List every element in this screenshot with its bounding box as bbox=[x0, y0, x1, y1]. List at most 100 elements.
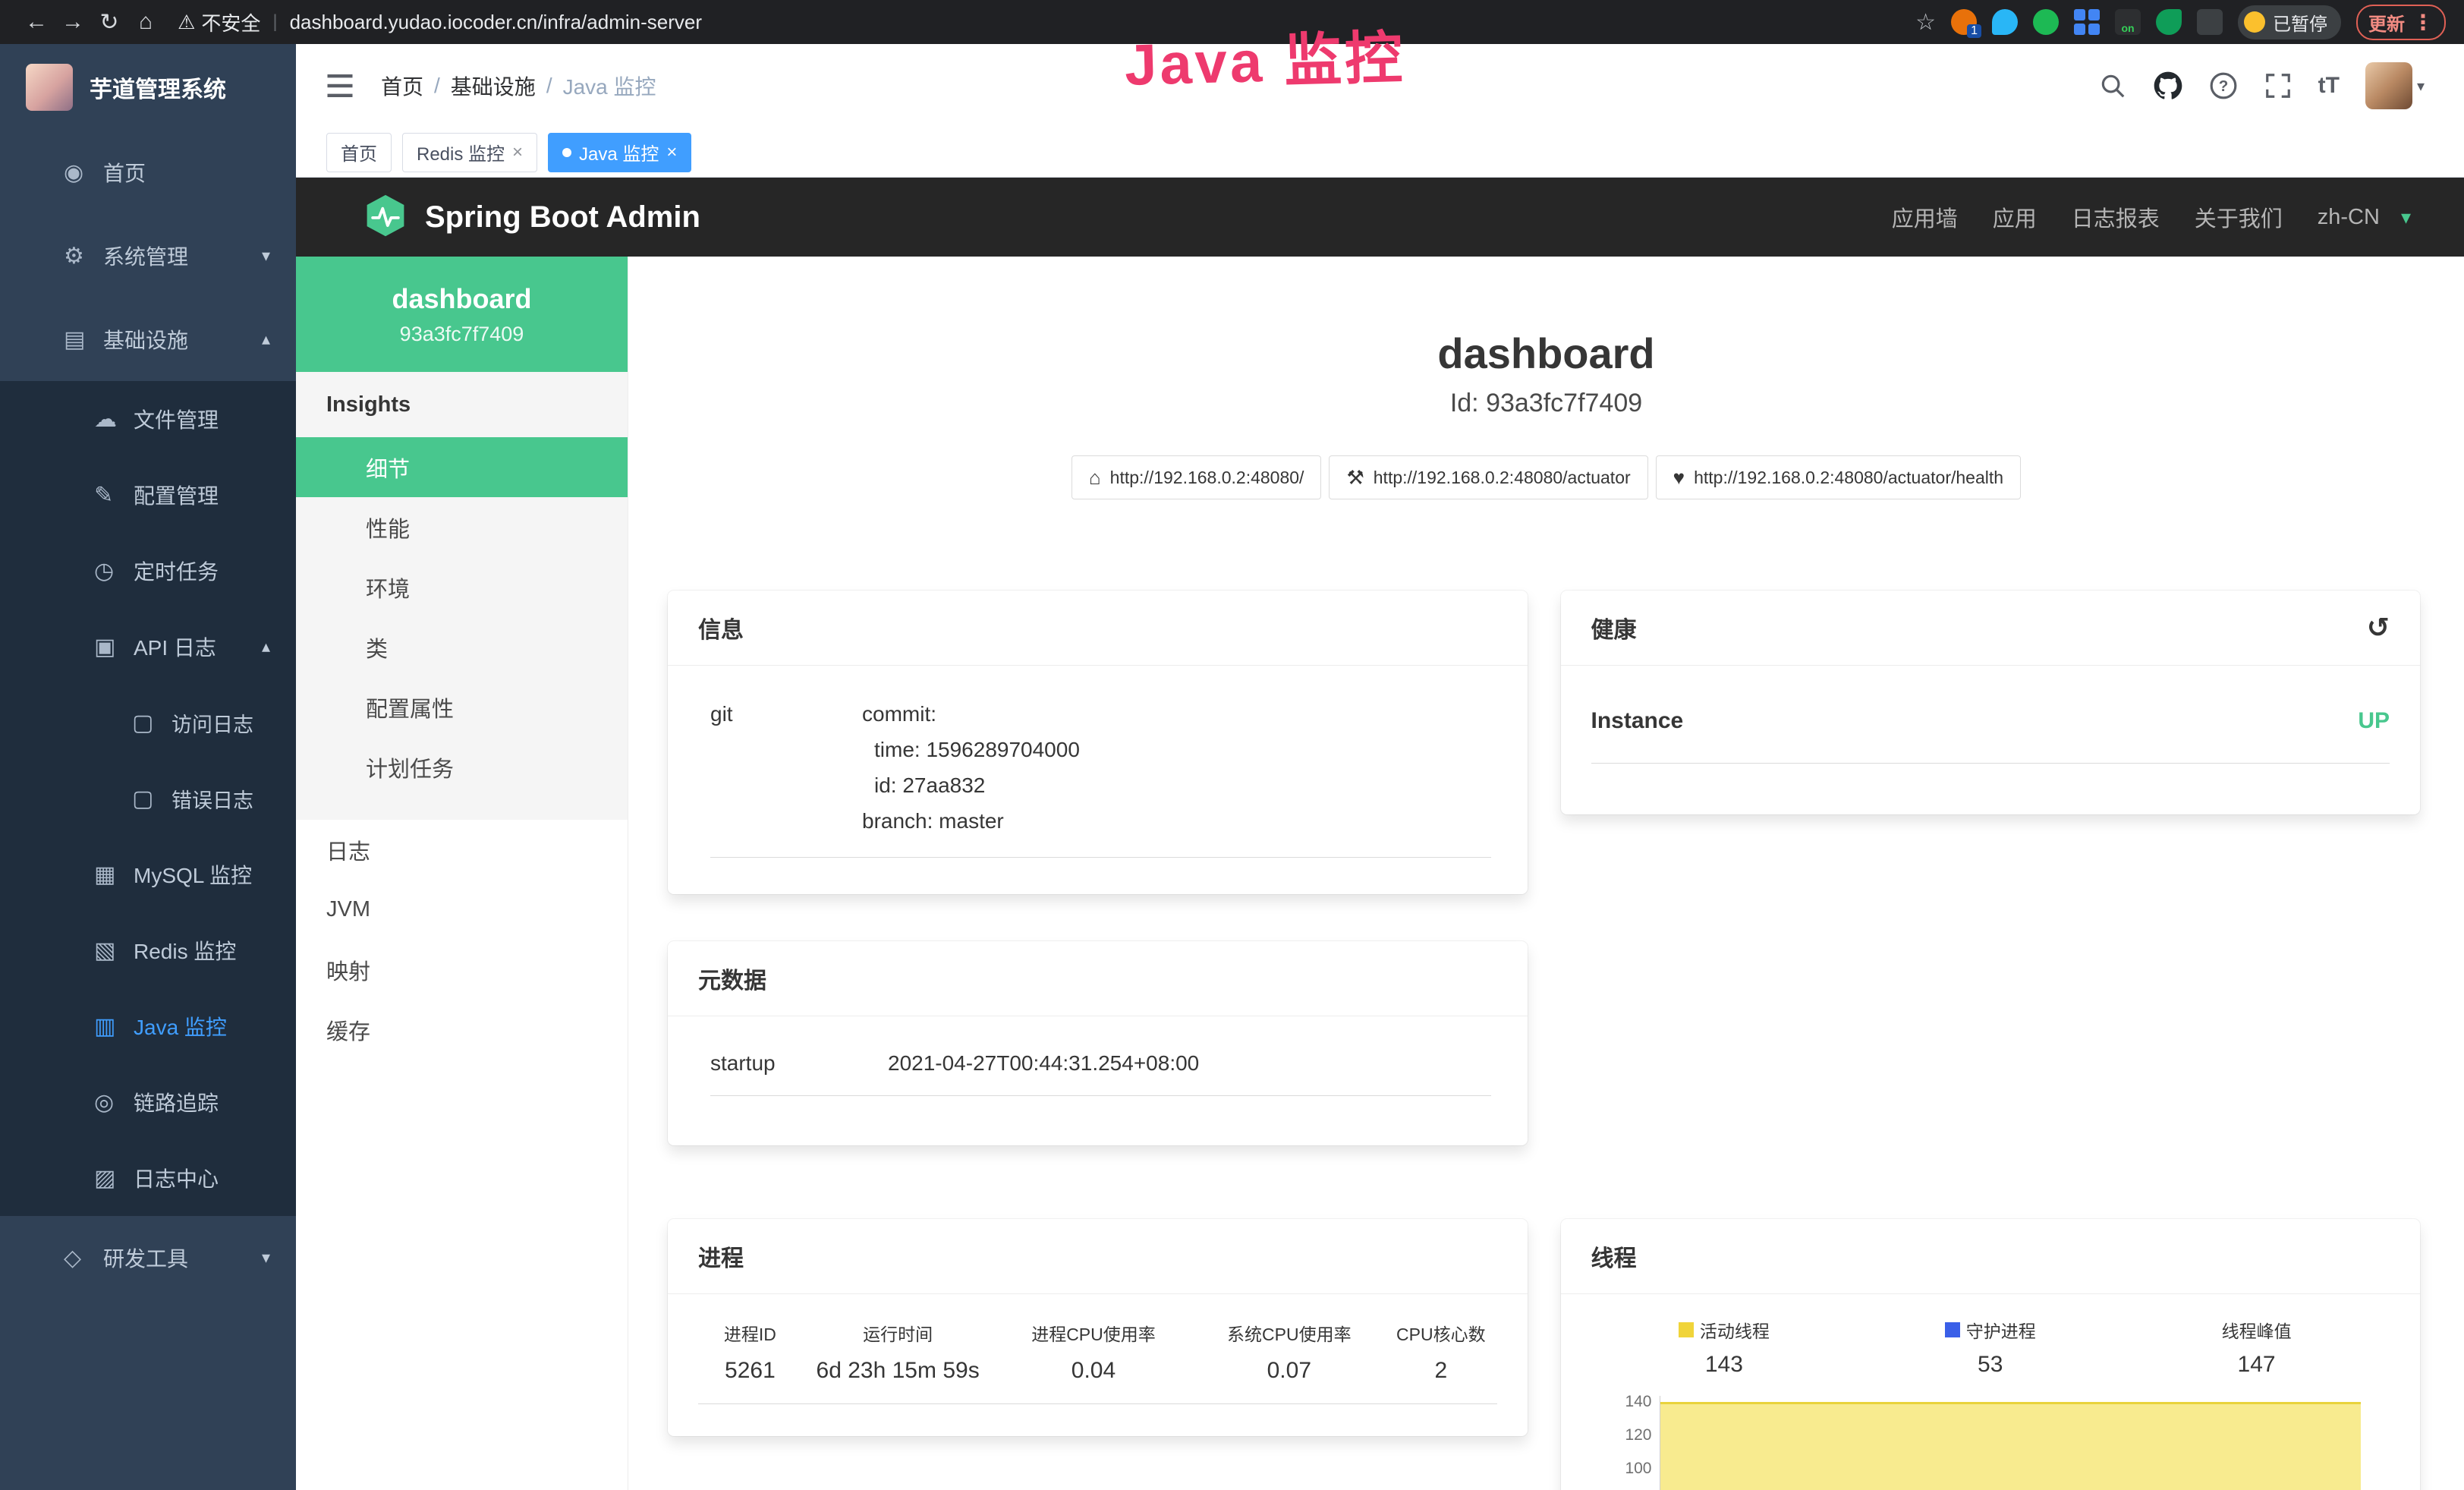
profile-paused-chip[interactable]: 已暂停 bbox=[2238, 5, 2341, 39]
process-card: 进程 进程ID 运行时间 进程CPU使用率 系统CPU使用率 CPU核心数 bbox=[668, 1219, 1528, 1436]
sba-item-config-props[interactable]: 配置属性 bbox=[296, 677, 628, 737]
wrench-icon: ⚒ bbox=[1346, 466, 1364, 490]
back-icon[interactable]: ← bbox=[18, 9, 55, 35]
health-row-instance: Instance UP bbox=[1591, 708, 2390, 764]
user-menu[interactable]: ▾ bbox=[2365, 62, 2425, 109]
bookmark-star-icon[interactable]: ☆ bbox=[1915, 9, 1936, 36]
breadcrumb-home[interactable]: 首页 bbox=[381, 71, 423, 101]
update-label: 更新 bbox=[2368, 9, 2405, 36]
sba-nav-about[interactable]: 关于我们 bbox=[2195, 201, 2283, 233]
sba-item-mappings[interactable]: 映射 bbox=[296, 940, 628, 1000]
breadcrumb-infra[interactable]: 基础设施 bbox=[451, 71, 536, 101]
not-secure-warning-icon: ⚠ bbox=[178, 11, 195, 34]
info-key: git bbox=[710, 696, 862, 839]
spring-boot-admin: Spring Boot Admin 应用墙 应用 日志报表 关于我们 zh-CN… bbox=[296, 178, 2464, 1490]
app-header: 首页 / 基础设施 / Java 监控 ? tT bbox=[296, 44, 2464, 128]
sidebar-item-api-log[interactable]: ▣ API 日志 ▴ bbox=[0, 609, 296, 685]
sba-item-environment[interactable]: 环境 bbox=[296, 557, 628, 617]
toolbox-icon: ◇ bbox=[64, 1245, 103, 1271]
sba-nav-wallboard[interactable]: 应用墙 bbox=[1892, 201, 1958, 233]
sba-item-classes[interactable]: 类 bbox=[296, 617, 628, 677]
threads-chart-yaxis: 140 120 100 bbox=[1591, 1396, 1660, 1490]
search-icon[interactable] bbox=[2098, 71, 2127, 100]
actuator-url-button[interactable]: ⚒ http://192.168.0.2:48080/actuator bbox=[1329, 455, 1647, 499]
font-size-icon[interactable]: tT bbox=[2318, 73, 2340, 99]
chrome-update-chip[interactable]: 更新 ⋮ bbox=[2356, 5, 2446, 40]
sidebar-item-file-manage[interactable]: ☁ 文件管理 bbox=[0, 381, 296, 457]
sidebar-item-redis-monitor[interactable]: ▧ Redis 监控 bbox=[0, 912, 296, 988]
sidebar-item-devtools[interactable]: ◇ 研发工具 ▾ bbox=[0, 1216, 296, 1299]
fullscreen-icon[interactable] bbox=[2264, 71, 2292, 100]
insights-group: Insights 细节 性能 环境 类 配置属性 计划任务 bbox=[296, 372, 628, 820]
extension-switch-icon[interactable]: on bbox=[2115, 9, 2141, 35]
service-url-button[interactable]: ⌂ http://192.168.0.2:48080/ bbox=[1072, 455, 1322, 499]
home-dashboard-icon: ◉ bbox=[64, 159, 103, 186]
close-icon[interactable]: × bbox=[512, 142, 523, 163]
chevron-up-icon: ▴ bbox=[262, 637, 270, 657]
extension-drop-icon[interactable] bbox=[1992, 9, 2018, 35]
cloud-icon: ☁ bbox=[94, 406, 134, 433]
chevron-down-icon: ▾ bbox=[262, 246, 270, 266]
extension-orange-icon[interactable]: 1 bbox=[1951, 9, 1977, 35]
brand-header[interactable]: 芋道管理系统 bbox=[0, 44, 296, 131]
reload-icon[interactable]: ↻ bbox=[91, 9, 127, 36]
main-menu: ◉ 首页 ⚙ 系统管理 ▾ ▤ 基础设施 ▴ ☁ 文件管理 ✎ 配置管 bbox=[0, 131, 296, 1299]
sidebar-item-mysql-monitor[interactable]: ▦ MySQL 监控 bbox=[0, 836, 296, 912]
sidebar-item-log-center[interactable]: ▨ 日志中心 bbox=[0, 1140, 296, 1216]
git-branch: branch: master bbox=[862, 803, 1491, 839]
sba-item-logs[interactable]: 日志 bbox=[296, 820, 628, 880]
system-cpu: 0.07 bbox=[1194, 1358, 1386, 1384]
browser-actions: ☆ 1 on 已暂停 更新 ⋮ bbox=[1915, 5, 2446, 40]
help-icon[interactable]: ? bbox=[2209, 71, 2238, 100]
extension-pin-icon[interactable] bbox=[2197, 9, 2223, 35]
extension-leaf-icon[interactable] bbox=[2156, 9, 2182, 35]
info-card: 信息 git commit: time: 1596289704000 id: 2… bbox=[668, 591, 1528, 894]
github-icon[interactable] bbox=[2153, 71, 2183, 101]
brand-title: 芋道管理系统 bbox=[90, 71, 226, 104]
yudao-sidebar: 芋道管理系统 ◉ 首页 ⚙ 系统管理 ▾ ▤ 基础设施 ▴ ☁ 文件管理 bbox=[0, 44, 296, 1490]
home-icon: ⌂ bbox=[1089, 466, 1101, 490]
home-icon[interactable]: ⌂ bbox=[127, 9, 164, 35]
health-url-button[interactable]: ♥ http://192.168.0.2:48080/actuator/heal… bbox=[1656, 455, 2021, 499]
sidebar-toggle-icon[interactable] bbox=[323, 69, 357, 102]
chevron-up-icon: ▴ bbox=[262, 329, 270, 349]
clock-icon: ◷ bbox=[94, 558, 134, 584]
sba-logo-icon bbox=[363, 193, 408, 242]
forward-icon[interactable]: → bbox=[55, 9, 91, 35]
eye-icon: ◎ bbox=[94, 1089, 134, 1116]
extension-green-circle-icon[interactable] bbox=[2033, 9, 2059, 35]
sidebar-item-system[interactable]: ⚙ 系统管理 ▾ bbox=[0, 214, 296, 298]
git-commit-time: time: 1596289704000 bbox=[862, 732, 1491, 767]
sidebar-item-error-log[interactable]: ▢ 错误日志 bbox=[0, 761, 296, 836]
tab-home[interactable]: 首页 bbox=[326, 133, 392, 172]
tab-redis-monitor[interactable]: Redis 监控 × bbox=[402, 133, 537, 172]
threads-legend: 活动线程 143 守护进程 53 线程峰值 bbox=[1591, 1317, 2390, 1378]
sba-item-caches[interactable]: 缓存 bbox=[296, 1000, 628, 1060]
tab-java-monitor[interactable]: Java 监控 × bbox=[548, 133, 691, 172]
instance-header[interactable]: dashboard 93a3fc7f7409 bbox=[296, 257, 628, 372]
extension-grid-icon[interactable] bbox=[2074, 9, 2100, 35]
metadata-card-title: 元数据 bbox=[668, 941, 1528, 1016]
sidebar-item-java-monitor[interactable]: ▥ Java 监控 bbox=[0, 988, 296, 1064]
process-card-title: 进程 bbox=[668, 1219, 1528, 1294]
instance-id: 93a3fc7f7409 bbox=[400, 323, 524, 346]
sba-item-details[interactable]: 细节 bbox=[296, 437, 628, 497]
omnibox[interactable]: ⚠ 不安全 | dashboard.yudao.iocoder.cn/infra… bbox=[178, 8, 702, 36]
sba-language-select[interactable]: zh-CN bbox=[2318, 205, 2380, 230]
sidebar-item-access-log[interactable]: ▢ 访问日志 bbox=[0, 685, 296, 761]
sba-nav-applications[interactable]: 应用 bbox=[1993, 201, 2037, 233]
sba-item-scheduled-tasks[interactable]: 计划任务 bbox=[296, 737, 628, 797]
metadata-key: startup bbox=[710, 1051, 888, 1076]
sba-item-jvm[interactable]: JVM bbox=[296, 880, 628, 940]
sidebar-item-infra[interactable]: ▤ 基础设施 ▴ bbox=[0, 298, 296, 381]
close-icon[interactable]: × bbox=[666, 142, 677, 163]
sba-item-metrics[interactable]: 性能 bbox=[296, 497, 628, 557]
browser-menu-icon[interactable]: ⋮ bbox=[2412, 10, 2434, 35]
history-icon[interactable]: ↺ bbox=[2367, 612, 2390, 644]
sidebar-item-home[interactable]: ◉ 首页 bbox=[0, 131, 296, 214]
sidebar-item-trace[interactable]: ◎ 链路追踪 bbox=[0, 1064, 296, 1140]
sba-nav-journal[interactable]: 日志报表 bbox=[2072, 201, 2160, 233]
sidebar-item-scheduled-job[interactable]: ◷ 定时任务 bbox=[0, 533, 296, 609]
sidebar-item-config-manage[interactable]: ✎ 配置管理 bbox=[0, 457, 296, 533]
process-table-values: 5261 6d 23h 15m 59s 0.04 0.07 2 bbox=[698, 1358, 1497, 1404]
